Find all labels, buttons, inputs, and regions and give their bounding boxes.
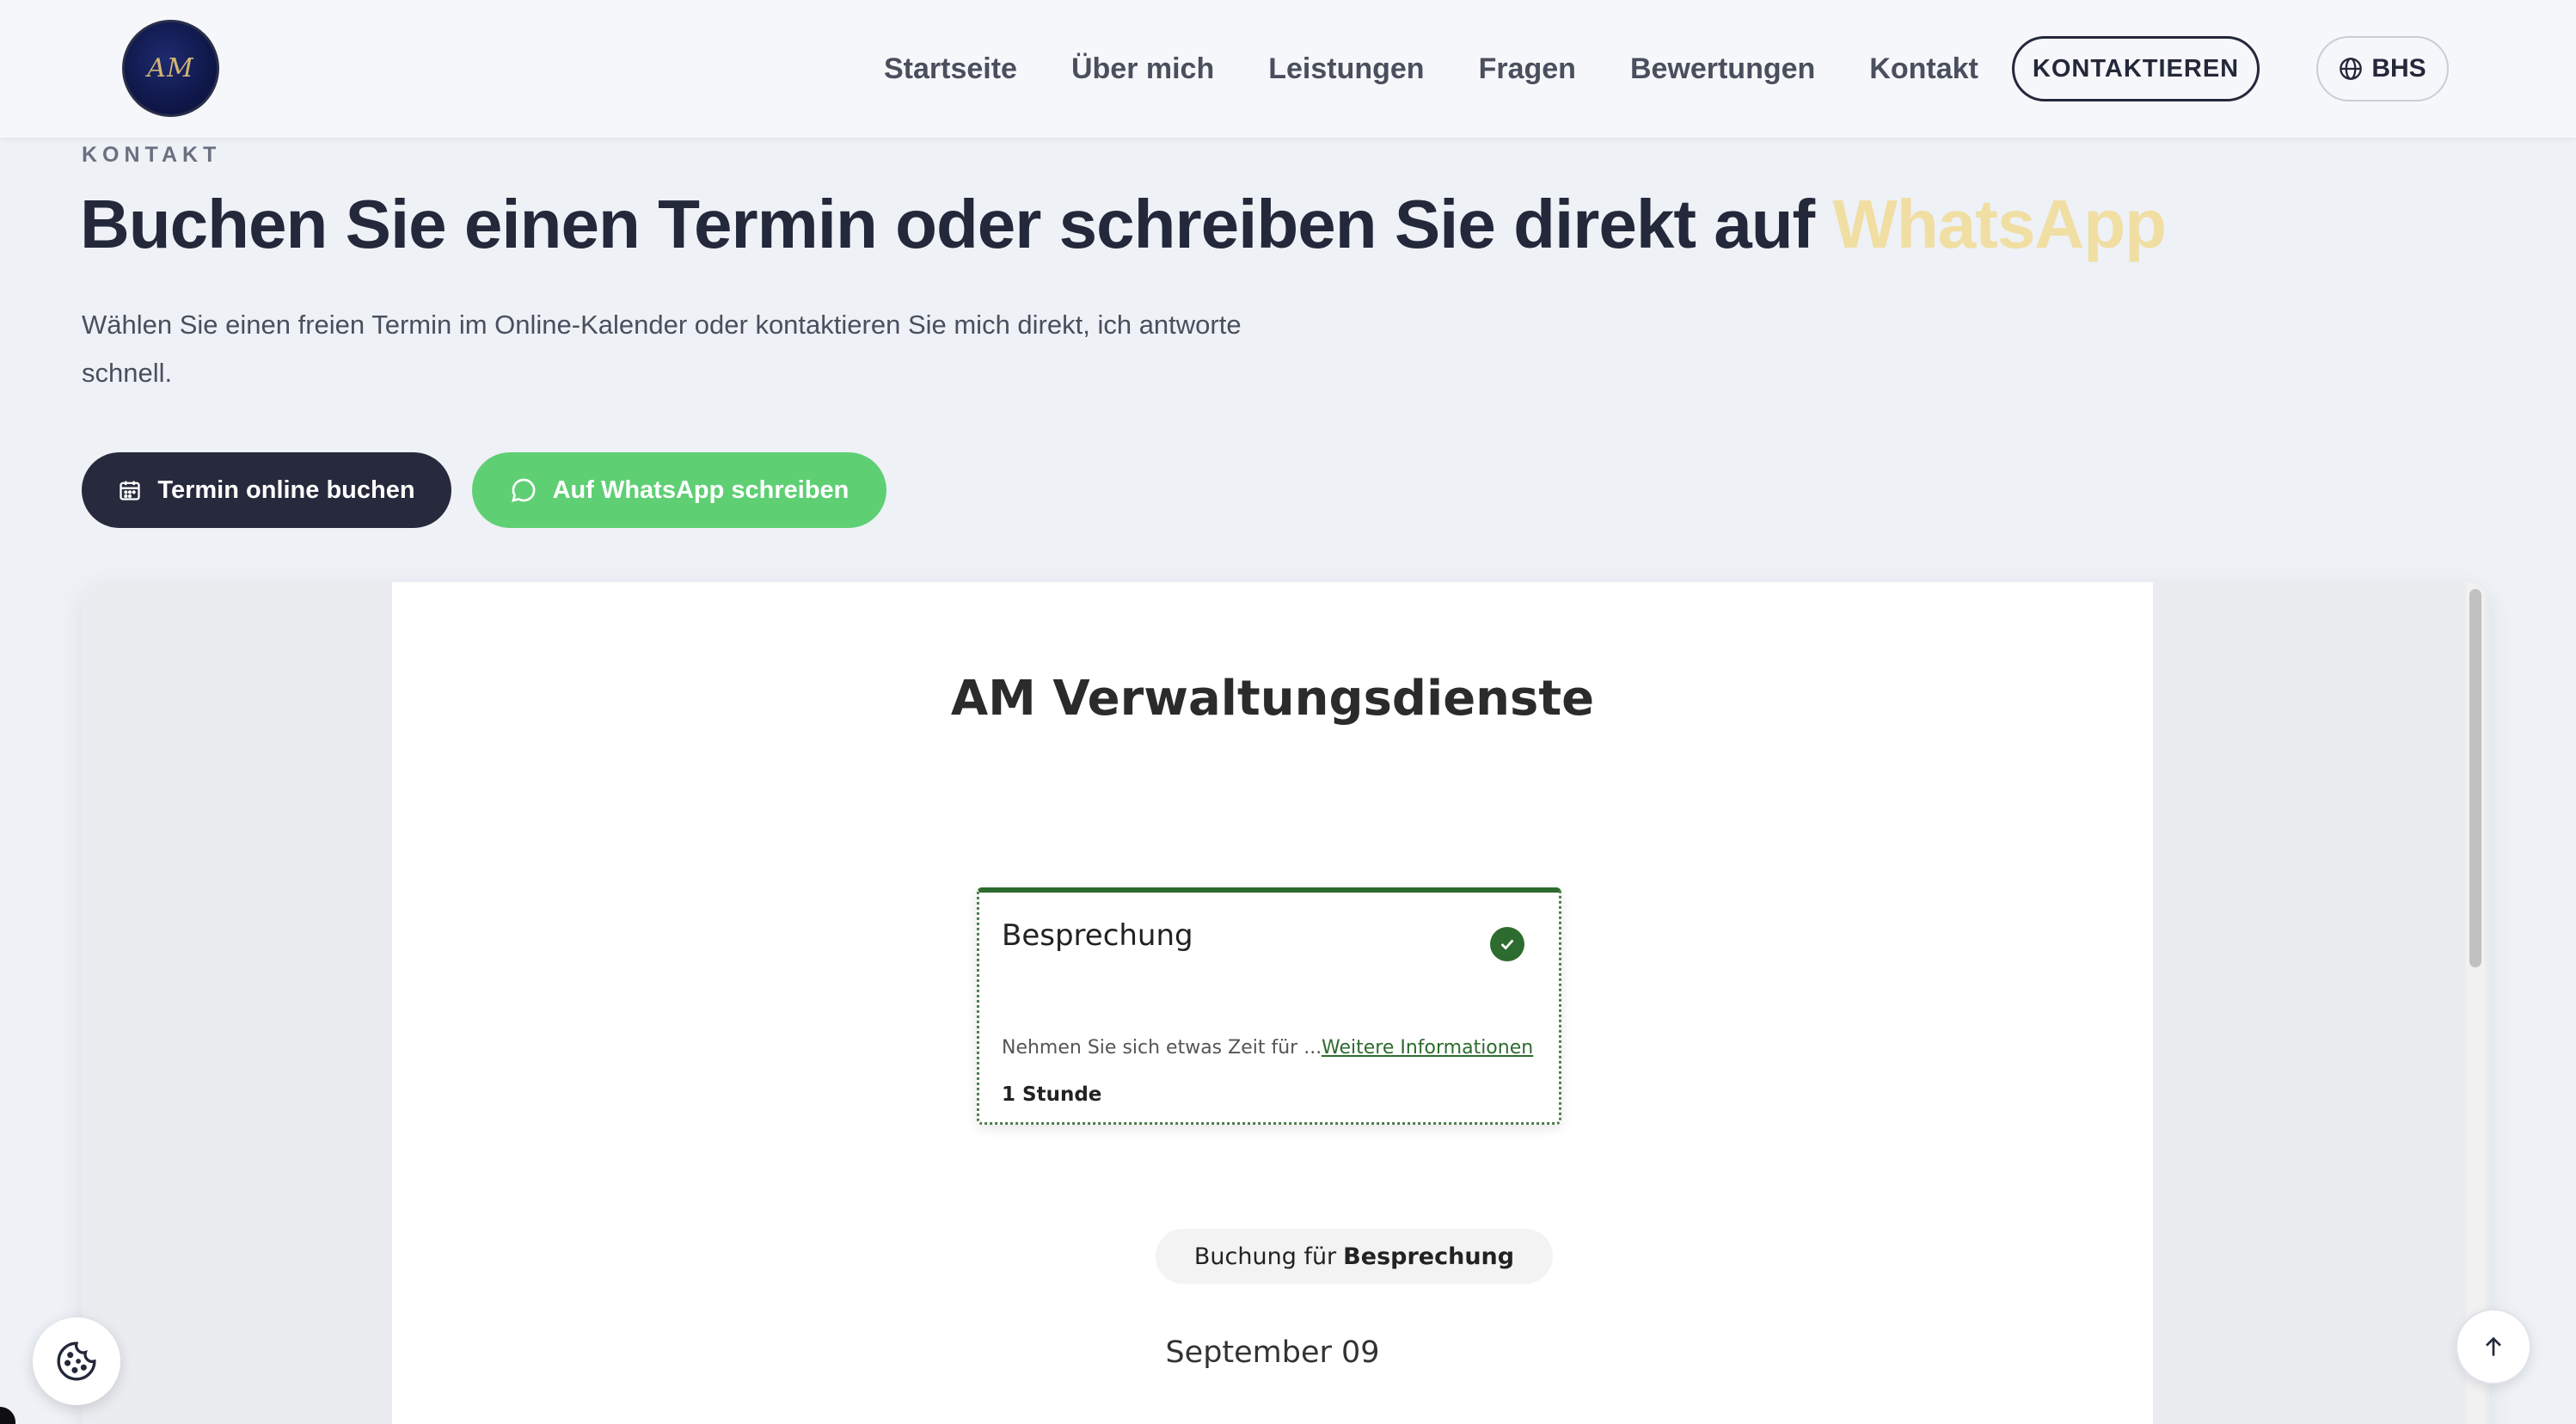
nav-item-startseite[interactable]: Startseite	[884, 48, 1017, 89]
nav-item-leistungen[interactable]: Leistungen	[1268, 48, 1424, 89]
booking-for-badge: Buchung für Besprechung	[1156, 1229, 1553, 1284]
whatsapp-label: Auf WhatsApp schreiben	[552, 476, 849, 504]
lead-text: Wählen Sie einen freien Termin im Online…	[82, 310, 1242, 388]
embed-scrollbar[interactable]	[2466, 582, 2485, 1424]
section-eyebrow: KONTAKT	[82, 143, 222, 167]
chat-bubble-icon	[511, 478, 536, 502]
site-header: AM Startseite Über mich Leistungen Frage…	[0, 0, 2576, 138]
cookie-settings-button[interactable]	[33, 1317, 120, 1405]
service-duration: 1 Stunde	[1002, 1083, 1102, 1106]
check-icon	[1490, 927, 1524, 961]
nav-item-ueber-mich[interactable]: Über mich	[1071, 48, 1214, 89]
embed-scrollbar-thumb[interactable]	[2469, 589, 2481, 967]
contact-cta-button[interactable]: KONTAKTIEREN	[2012, 36, 2260, 101]
company-name: AM Verwaltungsdienste	[950, 671, 1595, 727]
whatsapp-button[interactable]: Auf WhatsApp schreiben	[472, 452, 886, 528]
language-switcher-button[interactable]: BHS	[2316, 36, 2449, 101]
service-more-link[interactable]: Weitere Informationen	[1322, 1037, 1533, 1059]
scroll-to-top-button[interactable]	[2456, 1309, 2531, 1384]
service-name: Besprechung	[1002, 918, 1193, 953]
booking-widget: AM Verwaltungsdienste Besprechung Nehmen…	[392, 582, 2153, 1424]
page: AM Startseite Über mich Leistungen Frage…	[0, 0, 2576, 1424]
cookie-icon	[57, 1341, 96, 1381]
main-nav: Startseite Über mich Leistungen Fragen B…	[884, 48, 2033, 89]
service-card[interactable]: Besprechung Nehmen Sie sich etwas Zeit f…	[977, 887, 1561, 1125]
contact-cta-label: KONTAKTIEREN	[2032, 54, 2240, 83]
selected-date-label: September 09	[1165, 1335, 1380, 1370]
headline-main: Buchen Sie einen Termin oder schreiben S…	[80, 186, 1833, 262]
book-online-button[interactable]: Termin online buchen	[82, 452, 451, 528]
booking-embed: AM Verwaltungsdienste Besprechung Nehmen…	[82, 582, 2489, 1424]
arrow-up-icon	[2486, 1336, 2501, 1356]
site-logo[interactable]: AM	[122, 20, 219, 117]
book-online-label: Termin online buchen	[157, 476, 415, 504]
nav-item-kontakt[interactable]: Kontakt	[1869, 48, 1978, 89]
nav-item-bewertungen[interactable]: Bewertungen	[1630, 48, 1815, 89]
service-description: Nehmen Sie sich etwas Zeit für ...	[1002, 1037, 1322, 1059]
page-title: Buchen Sie einen Termin oder schreiben S…	[80, 185, 2229, 264]
headline-accent: WhatsApp	[1832, 186, 2167, 262]
booking-for-service: Besprechung	[1343, 1243, 1515, 1270]
calendar-icon	[120, 481, 141, 500]
globe-icon	[2340, 58, 2363, 80]
logo-text: AM	[147, 53, 194, 83]
booking-for-prefix: Buchung für	[1193, 1243, 1337, 1270]
nav-item-fragen[interactable]: Fragen	[1479, 48, 1576, 89]
window-corner	[0, 1407, 15, 1424]
language-label: BHS	[2371, 54, 2426, 83]
